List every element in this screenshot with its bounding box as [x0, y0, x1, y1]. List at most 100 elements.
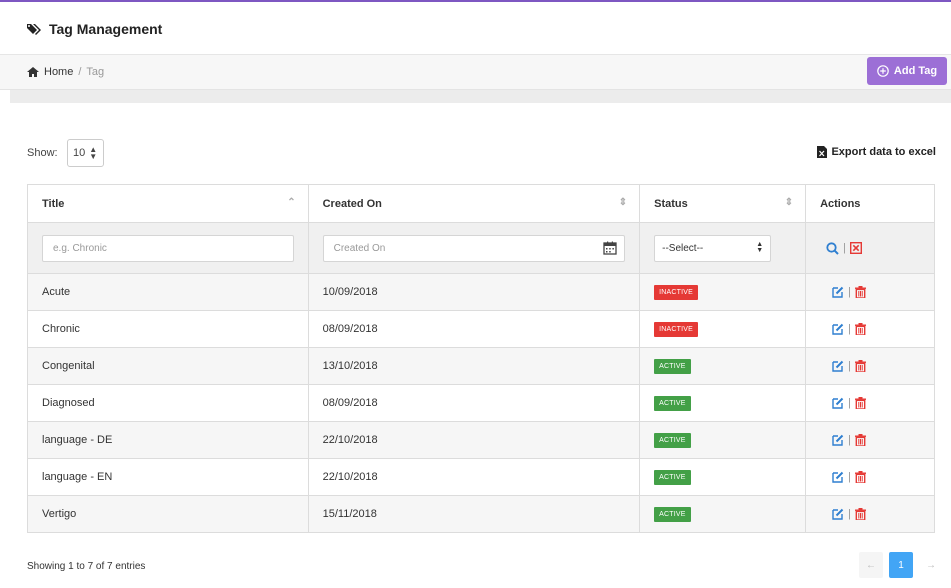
edit-icon[interactable]	[832, 434, 844, 446]
status-badge: ACTIVE	[654, 432, 691, 448]
next-page-button[interactable]: →	[919, 552, 943, 578]
search-icon[interactable]	[826, 241, 839, 255]
edit-icon[interactable]	[832, 397, 844, 409]
show-label: Show:	[27, 147, 58, 159]
status-badge: ACTIVE	[654, 506, 691, 522]
breadcrumb-bar: Home / Tag Add Tag	[0, 55, 951, 90]
created-on-cell: 08/09/2018	[307, 310, 641, 348]
title-bar: Tag Management	[0, 2, 951, 55]
sort-both-icon: ⇕	[618, 197, 628, 208]
column-actions-label: Actions	[820, 197, 861, 210]
actions-cell: |	[805, 421, 935, 459]
tags-icon	[27, 24, 41, 35]
export-excel-button[interactable]: Export data to excel	[817, 146, 936, 158]
table-row: language - EN 22/10/2018 ACTIVE |	[27, 458, 935, 496]
status-badge: INACTIVE	[654, 321, 699, 337]
edit-icon[interactable]	[832, 323, 844, 335]
prev-page-button[interactable]: ←	[859, 552, 883, 578]
tag-title-link[interactable]: Congenital	[27, 347, 309, 385]
delete-icon[interactable]	[854, 508, 866, 520]
page-length-control: Show: 10 ▲ ▼	[27, 139, 104, 167]
delete-icon[interactable]	[854, 360, 866, 372]
table-row: Acute 10/09/2018 INACTIVE |	[27, 273, 935, 311]
column-header-created[interactable]: Created On ⇕	[307, 184, 641, 223]
created-filter-input[interactable]: Created On	[322, 234, 626, 262]
pagination: ← 1 →	[859, 552, 943, 578]
tag-title-link[interactable]: Vertigo	[27, 495, 309, 533]
page-title-text: Tag Management	[49, 21, 163, 37]
select-arrows-icon: ▲ ▼	[756, 241, 764, 254]
action-divider: |	[843, 242, 846, 254]
edit-icon[interactable]	[832, 360, 844, 372]
page-title: Tag Management	[27, 21, 162, 37]
column-header-status[interactable]: Status ⇕	[639, 184, 807, 223]
actions-cell: |	[805, 495, 935, 533]
table-row: language - DE 22/10/2018 ACTIVE |	[27, 421, 935, 459]
status-filter-select[interactable]: --Select-- ▲ ▼	[654, 234, 772, 262]
filter-row: e.g. Chronic Created On --Select-- ▲ ▼ |	[27, 222, 935, 274]
tag-title-link[interactable]: Diagnosed	[27, 384, 309, 422]
table-body: Acute 10/09/2018 INACTIVE | Chronic 08/09/20…	[27, 273, 935, 533]
column-header-title[interactable]: Title ⌃	[27, 184, 309, 223]
sort-asc-icon: ⌃	[287, 197, 296, 208]
action-divider: |	[848, 323, 851, 335]
table-row: Congenital 13/10/2018 ACTIVE |	[27, 347, 935, 385]
actions-cell: |	[805, 347, 935, 385]
tag-title-link[interactable]: Chronic	[27, 310, 309, 348]
breadcrumb-separator: /	[78, 66, 82, 78]
breadcrumb-current: Tag	[86, 66, 105, 78]
content-gutter	[10, 90, 951, 103]
actions-cell: |	[805, 384, 935, 422]
status-cell: INACTIVE	[639, 310, 807, 348]
created-on-cell: 15/11/2018	[307, 495, 641, 533]
tag-title-link[interactable]: language - DE	[27, 421, 309, 459]
table-header-row: Title ⌃ Created On ⇕ Status ⇕ Actions	[27, 184, 935, 223]
status-badge: ACTIVE	[654, 469, 691, 485]
filter-cell-status: --Select-- ▲ ▼	[639, 222, 807, 274]
add-tag-button[interactable]: Add Tag	[867, 57, 947, 85]
action-divider: |	[848, 434, 851, 446]
status-cell: ACTIVE	[639, 421, 807, 459]
edit-icon[interactable]	[832, 508, 844, 520]
page-length-select[interactable]: 10 ▲ ▼	[66, 139, 104, 167]
action-divider: |	[848, 471, 851, 483]
column-title-label: Title	[42, 197, 65, 210]
actions-cell: |	[805, 458, 935, 496]
edit-icon[interactable]	[832, 471, 844, 483]
table-row: Diagnosed 08/09/2018 ACTIVE |	[27, 384, 935, 422]
delete-icon[interactable]	[854, 286, 866, 298]
delete-icon[interactable]	[854, 471, 866, 483]
created-on-cell: 22/10/2018	[307, 458, 641, 496]
edit-icon[interactable]	[832, 286, 844, 298]
page-1-button[interactable]: 1	[889, 552, 913, 578]
clear-filter-icon[interactable]	[849, 242, 862, 254]
breadcrumb-home[interactable]: Home	[44, 66, 73, 78]
tags-table: Title ⌃ Created On ⇕ Status ⇕ Actions e.g. …	[27, 184, 935, 533]
actions-cell: |	[805, 310, 935, 348]
tag-title-link[interactable]: Acute	[27, 273, 309, 311]
title-filter-input[interactable]: e.g. Chronic	[42, 234, 294, 262]
status-badge: ACTIVE	[654, 358, 691, 374]
tag-title-link[interactable]: language - EN	[27, 458, 309, 496]
created-filter-placeholder: Created On	[333, 242, 386, 254]
title-filter-placeholder: e.g. Chronic	[53, 242, 107, 254]
column-created-label: Created On	[322, 197, 382, 210]
delete-icon[interactable]	[854, 323, 866, 335]
created-on-cell: 10/09/2018	[307, 273, 641, 311]
column-status-label: Status	[654, 197, 688, 210]
status-badge: ACTIVE	[654, 395, 691, 411]
calendar-icon[interactable]	[603, 241, 617, 255]
delete-icon[interactable]	[854, 397, 866, 409]
status-cell: ACTIVE	[639, 384, 807, 422]
action-divider: |	[848, 397, 851, 409]
add-tag-label: Add Tag	[893, 65, 938, 77]
filter-cell-created: Created On	[307, 222, 641, 274]
status-cell: ACTIVE	[639, 458, 807, 496]
status-cell: ACTIVE	[639, 347, 807, 385]
filter-cell-actions: |	[805, 222, 935, 274]
delete-icon[interactable]	[854, 434, 866, 446]
home-icon[interactable]	[27, 67, 39, 77]
status-badge: INACTIVE	[654, 284, 699, 300]
file-excel-icon	[817, 146, 828, 158]
export-label: Export data to excel	[831, 146, 936, 158]
